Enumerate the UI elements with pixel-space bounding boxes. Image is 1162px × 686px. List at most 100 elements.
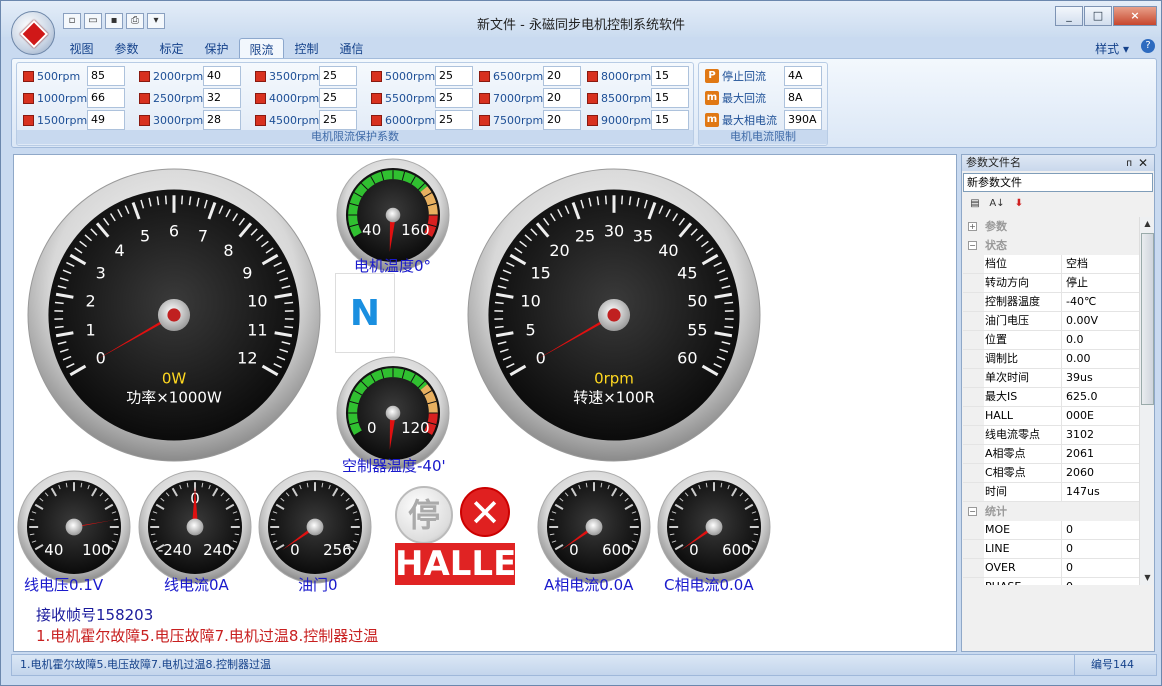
property-panel: 参数文件名 ᴨ ✕ 新参数文件 ▤ A↓ ⬇ + 参数 − 状态 档位 空档 转动方向 停止控… bbox=[961, 154, 1155, 652]
rpm-limit-input[interactable]: 40 bbox=[203, 66, 241, 86]
tab-params[interactable]: 参数 bbox=[104, 38, 149, 58]
property-row[interactable]: 时间 147us bbox=[963, 483, 1139, 502]
property-row[interactable]: HALL 000E bbox=[963, 407, 1139, 426]
property-row[interactable]: OVER 0 bbox=[963, 559, 1139, 578]
property-row[interactable]: 调制比 0.00 bbox=[963, 350, 1139, 369]
property-category[interactable]: − 状态 bbox=[963, 236, 1139, 255]
property-row[interactable]: A相零点 2061 bbox=[963, 445, 1139, 464]
rpm-limit-input[interactable]: 20 bbox=[543, 110, 581, 130]
property-value[interactable]: 空档 bbox=[1062, 255, 1139, 273]
rpm-limit-input[interactable]: 15 bbox=[651, 66, 689, 86]
property-value[interactable]: 0 bbox=[1062, 540, 1139, 558]
property-row[interactable]: PHASE0 bbox=[963, 578, 1139, 585]
property-row[interactable]: 档位 空档 bbox=[963, 255, 1139, 274]
property-row[interactable]: 位置 0.0 bbox=[963, 331, 1139, 350]
rpm-limit-input[interactable]: 66 bbox=[87, 88, 125, 108]
ctrl_temp-hub bbox=[385, 405, 401, 421]
rpm-label: 7000rpm bbox=[493, 91, 544, 105]
minimize-button[interactable]: _ bbox=[1055, 6, 1083, 26]
tab-comm[interactable]: 通信 bbox=[329, 38, 374, 58]
power-tick-label: 1 bbox=[86, 321, 96, 340]
property-row[interactable]: 单次时间 39us bbox=[963, 369, 1139, 388]
property-row[interactable]: MOE 0 bbox=[963, 521, 1139, 540]
rpm-limit-input[interactable]: 20 bbox=[543, 88, 581, 108]
rpm-limit-input[interactable]: 25 bbox=[319, 110, 357, 130]
property-value[interactable]: 0 bbox=[1062, 521, 1139, 539]
close-button[interactable]: × bbox=[1113, 6, 1157, 26]
a_current-max-label: 600 bbox=[602, 541, 631, 559]
style-menu[interactable]: 样式 ▾ bbox=[1095, 40, 1129, 57]
property-row[interactable]: 线电流零点 3102 bbox=[963, 426, 1139, 445]
property-row[interactable]: 最大IS 625.0 bbox=[963, 388, 1139, 407]
current-limit-row: m 最大相电流 390A bbox=[705, 110, 822, 130]
property-row[interactable]: 油门电压 0.00V bbox=[963, 312, 1139, 331]
property-value[interactable]: 停止 bbox=[1062, 274, 1139, 292]
property-row[interactable]: LINE 0 bbox=[963, 540, 1139, 559]
categorized-icon[interactable]: ▤ bbox=[967, 198, 983, 212]
property-scrollbar[interactable]: ▲ ▼ bbox=[1139, 217, 1154, 585]
sort-alpha-icon[interactable]: A↓ bbox=[989, 198, 1005, 212]
property-row[interactable]: C相零点 2060 bbox=[963, 464, 1139, 483]
current-limit-label: 最大回流 bbox=[722, 92, 766, 105]
help-icon[interactable]: ? bbox=[1141, 39, 1155, 53]
property-category[interactable]: − 统计 bbox=[963, 502, 1139, 521]
expand-icon[interactable]: − bbox=[968, 507, 977, 516]
property-value[interactable]: 0.00 bbox=[1062, 350, 1139, 368]
rpm-flag-icon bbox=[23, 92, 34, 104]
property-value[interactable]: 2060 bbox=[1062, 464, 1139, 482]
property-value[interactable]: 0.0 bbox=[1062, 331, 1139, 349]
app-menu-button[interactable] bbox=[11, 11, 55, 55]
tab-view[interactable]: 视图 bbox=[59, 38, 104, 58]
property-value[interactable]: 2061 bbox=[1062, 445, 1139, 463]
property-category[interactable]: + 参数 bbox=[963, 217, 1139, 236]
tab-calibrate[interactable]: 标定 bbox=[149, 38, 194, 58]
property-value[interactable]: 147us bbox=[1062, 483, 1139, 501]
maximize-button[interactable]: □ bbox=[1084, 6, 1112, 26]
property-value[interactable]: 39us bbox=[1062, 369, 1139, 387]
scroll-thumb[interactable] bbox=[1141, 233, 1154, 405]
rpm-limit-input[interactable]: 25 bbox=[319, 66, 357, 86]
rpm-flag-icon bbox=[255, 114, 266, 126]
property-value[interactable]: 0 bbox=[1062, 559, 1139, 577]
property-value[interactable]: 000E bbox=[1062, 407, 1139, 425]
close-panel-icon[interactable]: ✕ bbox=[1138, 155, 1148, 171]
param-file-combo[interactable]: 新参数文件 bbox=[963, 173, 1153, 192]
rpm-limit-input[interactable]: 15 bbox=[651, 110, 689, 130]
expand-icon[interactable]: + bbox=[968, 222, 977, 231]
speed-unit-label: 转速×100R bbox=[573, 389, 655, 407]
pin-icon[interactable]: ᴨ bbox=[1126, 156, 1132, 172]
download-icon[interactable]: ⬇ bbox=[1011, 198, 1027, 212]
ctrl_temp-min-label: 0 bbox=[367, 419, 377, 437]
rpm-limit-input[interactable]: 25 bbox=[435, 110, 473, 130]
current-limit-input[interactable]: 4A bbox=[784, 66, 822, 86]
current-limit-input[interactable]: 390A bbox=[784, 110, 822, 130]
property-row[interactable]: 控制器温度 -40℃ bbox=[963, 293, 1139, 312]
property-key: A相零点 bbox=[963, 445, 1062, 463]
property-row[interactable]: 转动方向 停止 bbox=[963, 274, 1139, 293]
property-value[interactable]: 3102 bbox=[1062, 426, 1139, 444]
rpm-label: 2500rpm bbox=[153, 91, 204, 105]
rpm-limit-input[interactable]: 15 bbox=[651, 88, 689, 108]
scroll-down-icon[interactable]: ▼ bbox=[1140, 571, 1155, 585]
tab-current-limit[interactable]: 限流 bbox=[239, 38, 284, 58]
tab-protect[interactable]: 保护 bbox=[194, 38, 239, 58]
power-tick-label: 7 bbox=[198, 226, 208, 245]
rpm-limit-input[interactable]: 85 bbox=[87, 66, 125, 86]
rpm-limit-input[interactable]: 20 bbox=[543, 66, 581, 86]
rpm-limit-input[interactable]: 25 bbox=[435, 66, 473, 86]
property-value[interactable]: 625.0 bbox=[1062, 388, 1139, 406]
scroll-up-icon[interactable]: ▲ bbox=[1140, 217, 1155, 231]
rpm-limit-input[interactable]: 28 bbox=[203, 110, 241, 130]
tab-control[interactable]: 控制 bbox=[284, 38, 329, 58]
property-value[interactable]: -40℃ bbox=[1062, 293, 1139, 311]
rpm-limit-input[interactable]: 49 bbox=[87, 110, 125, 130]
expand-icon[interactable]: − bbox=[968, 241, 977, 250]
current-limit-input[interactable]: 8A bbox=[784, 88, 822, 108]
rpm-limit-input[interactable]: 25 bbox=[435, 88, 473, 108]
property-key: 位置 bbox=[963, 331, 1062, 349]
power-tick-label: 8 bbox=[223, 241, 233, 260]
rpm-limit-input[interactable]: 25 bbox=[319, 88, 357, 108]
property-value[interactable]: 0 bbox=[1062, 578, 1139, 585]
property-value[interactable]: 0.00V bbox=[1062, 312, 1139, 330]
rpm-limit-input[interactable]: 32 bbox=[203, 88, 241, 108]
